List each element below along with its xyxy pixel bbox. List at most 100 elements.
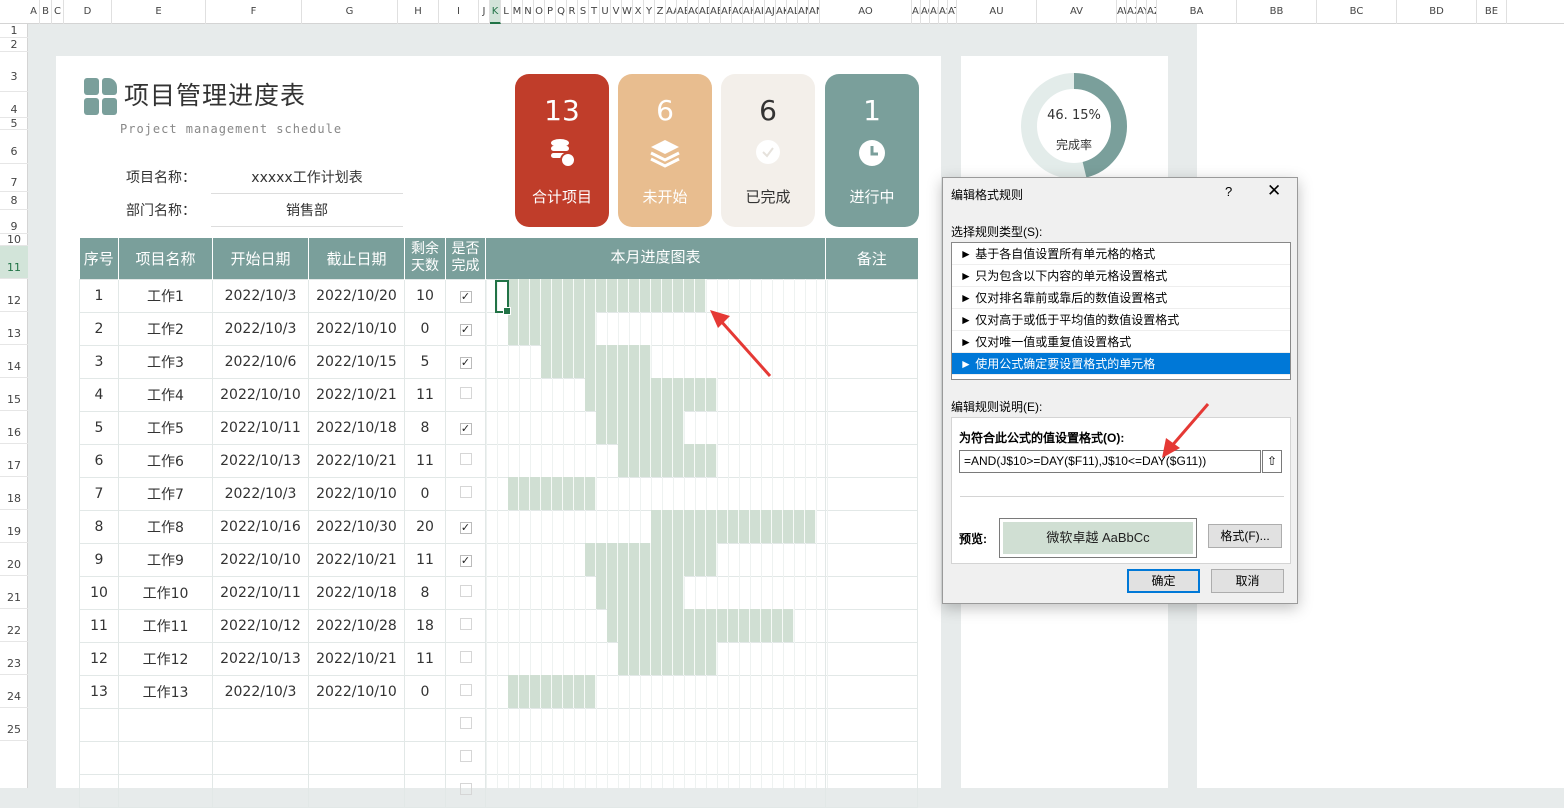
rule-type-item[interactable]: ► 使用公式确定要设置格式的单元格	[952, 353, 1290, 375]
row-note[interactable]	[825, 542, 918, 577]
column-header-AF[interactable]: AF	[721, 0, 732, 24]
row-note[interactable]	[825, 311, 918, 346]
cancel-button[interactable]: 取消	[1211, 569, 1284, 593]
column-header-BB[interactable]: BB	[1237, 0, 1317, 24]
row-header-7[interactable]: 7	[0, 164, 28, 192]
row-header-11[interactable]: 11	[0, 246, 28, 279]
empty-cell[interactable]	[118, 773, 213, 808]
checkbox-icon[interactable]	[459, 452, 472, 465]
row-note[interactable]	[825, 377, 918, 412]
column-header-AR[interactable]: AR	[930, 0, 939, 24]
column-header-AS[interactable]: AS	[939, 0, 948, 24]
column-header-E[interactable]: E	[112, 0, 206, 24]
column-header-I[interactable]: I	[439, 0, 479, 24]
row-header-22[interactable]: 22	[0, 609, 28, 642]
empty-cell[interactable]	[308, 707, 405, 742]
checkbox-icon[interactable]: ✓	[459, 521, 472, 534]
empty-cell[interactable]	[445, 773, 486, 808]
row-note[interactable]	[825, 278, 918, 313]
column-header-AY[interactable]: AY	[1137, 0, 1147, 24]
empty-cell[interactable]	[308, 773, 405, 808]
collapse-range-icon[interactable]: ⇧	[1262, 450, 1282, 473]
empty-cell[interactable]	[212, 773, 309, 808]
department-value[interactable]: 销售部	[211, 200, 403, 227]
column-header-BD[interactable]: BD	[1397, 0, 1477, 24]
column-header-AT[interactable]: AT	[948, 0, 957, 24]
ok-button[interactable]: 确定	[1127, 569, 1200, 593]
column-header-F[interactable]: F	[206, 0, 302, 24]
row-note[interactable]	[825, 509, 918, 544]
column-header-C[interactable]: C	[52, 0, 64, 24]
row-header-19[interactable]: 19	[0, 510, 28, 543]
rule-type-item[interactable]: ► 仅对排名靠前或靠后的数值设置格式	[952, 287, 1290, 309]
row-header-16[interactable]: 16	[0, 411, 28, 444]
active-cell-selection[interactable]	[495, 280, 511, 315]
row-header-10[interactable]: 10	[0, 234, 28, 246]
row-header-17[interactable]: 17	[0, 444, 28, 477]
column-header-AB[interactable]: AB	[677, 0, 688, 24]
column-header-AU[interactable]: AU	[957, 0, 1037, 24]
checkbox-icon[interactable]: ✓	[459, 290, 472, 303]
column-header-AA[interactable]: AA	[666, 0, 677, 24]
column-header-H[interactable]: H	[398, 0, 439, 24]
column-header-U[interactable]: U	[600, 0, 611, 24]
checkbox-icon[interactable]: ✓	[459, 554, 472, 567]
row-note[interactable]	[825, 641, 918, 676]
row-note[interactable]	[825, 674, 918, 709]
column-header-P[interactable]: P	[545, 0, 556, 24]
column-header-AH[interactable]: AH	[743, 0, 754, 24]
formula-input[interactable]: =AND(J$10>=DAY($F11),J$10<=DAY($G11))	[959, 450, 1261, 473]
row-header-4[interactable]: 4	[0, 92, 28, 118]
empty-cell[interactable]	[118, 707, 213, 742]
column-header-AI[interactable]: AI	[754, 0, 765, 24]
column-header-Z[interactable]: Z	[655, 0, 666, 24]
column-header-AV[interactable]: AV	[1037, 0, 1117, 24]
column-header-G[interactable]: G	[302, 0, 398, 24]
row-note[interactable]	[825, 608, 918, 643]
checkbox-icon[interactable]	[459, 584, 472, 597]
column-header-AP[interactable]: AP	[912, 0, 921, 24]
row-header-14[interactable]: 14	[0, 345, 28, 378]
empty-cell[interactable]	[404, 740, 446, 775]
row-header-13[interactable]: 13	[0, 312, 28, 345]
empty-cell[interactable]	[212, 740, 309, 775]
column-header-AO[interactable]: AO	[820, 0, 912, 24]
checkbox-icon[interactable]: ✓	[459, 323, 472, 336]
column-header-BE[interactable]: BE	[1477, 0, 1507, 24]
row-header-8[interactable]: 8	[0, 192, 28, 210]
row-header-6[interactable]: 6	[0, 130, 28, 164]
checkbox-icon[interactable]	[459, 716, 472, 729]
checkbox-icon[interactable]	[459, 650, 472, 663]
row-header-9[interactable]: 9	[0, 210, 28, 234]
column-header-J[interactable]: J	[479, 0, 490, 24]
empty-cell[interactable]	[79, 740, 119, 775]
checkbox-icon[interactable]	[459, 386, 472, 399]
column-header-AW[interactable]: AW	[1117, 0, 1127, 24]
empty-cell[interactable]	[825, 740, 918, 775]
column-header-O[interactable]: O	[534, 0, 545, 24]
checkbox-icon[interactable]	[459, 749, 472, 762]
row-header-12[interactable]: 12	[0, 279, 28, 312]
row-note[interactable]	[825, 476, 918, 511]
checkbox-icon[interactable]	[459, 683, 472, 696]
column-header-S[interactable]: S	[578, 0, 589, 24]
rule-type-item[interactable]: ► 仅对高于或低于平均值的数值设置格式	[952, 309, 1290, 331]
row-header-2[interactable]: 2	[0, 38, 28, 52]
column-header-N[interactable]: N	[523, 0, 534, 24]
row-note[interactable]	[825, 443, 918, 478]
column-header-AD[interactable]: AD	[699, 0, 710, 24]
column-header-AC[interactable]: AC	[688, 0, 699, 24]
column-header-W[interactable]: W	[622, 0, 633, 24]
column-header-X[interactable]: X	[633, 0, 644, 24]
column-header-AE[interactable]: AE	[710, 0, 721, 24]
checkbox-icon[interactable]	[459, 485, 472, 498]
column-header-AZ[interactable]: AZ	[1147, 0, 1157, 24]
column-header-D[interactable]: D	[64, 0, 112, 24]
row-note[interactable]	[825, 575, 918, 610]
empty-cell[interactable]	[445, 707, 486, 742]
rule-type-list[interactable]: ► 基于各自值设置所有单元格的格式 ► 只为包含以下内容的单元格设置格式 ► 仅对排…	[951, 242, 1291, 380]
project-name-value[interactable]: xxxxx工作计划表	[211, 167, 403, 194]
row-header-5[interactable]: 5	[0, 118, 28, 130]
column-header-AG[interactable]: AG	[732, 0, 743, 24]
row-header-1[interactable]: 1	[0, 24, 28, 38]
